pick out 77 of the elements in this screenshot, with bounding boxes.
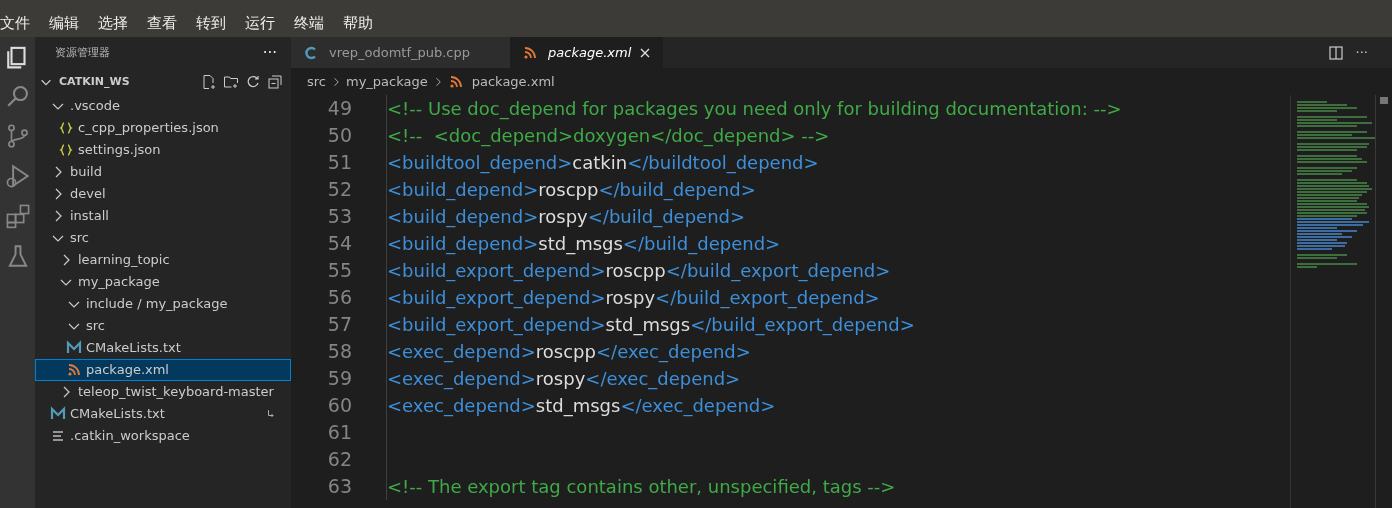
c-letter-icon: [303, 44, 319, 61]
line-number: 53: [326, 204, 352, 230]
code-line: <exec_depend>std_msgs</exec_depend>: [386, 392, 776, 419]
lines-icon: [50, 428, 66, 444]
tree-item[interactable]: CMakeLists.txt: [35, 337, 291, 359]
code-line: <!-- The export tag contains other, unspecified, tags -->: [386, 473, 896, 500]
rss-icon: [522, 44, 539, 61]
code-line: <build_depend>roscpp</build_depend>: [386, 176, 756, 203]
collapse-all-icon[interactable]: [267, 74, 283, 90]
line-number: 50: [326, 123, 352, 149]
explorer-title: 资源管理器: [55, 44, 110, 61]
code-line: <buildtool_depend>catkin</buildtool_depend>: [386, 149, 819, 176]
menu-item[interactable]: 帮助: [343, 12, 373, 35]
tree-item[interactable]: learning_topic: [35, 249, 291, 271]
code-line: <build_depend>rospy</build_depend>: [386, 203, 746, 230]
tree-item[interactable]: devel: [35, 183, 291, 205]
breadcrumb-item[interactable]: my_package: [346, 71, 428, 92]
new-file-icon[interactable]: [201, 74, 217, 90]
tree-item[interactable]: include / my_package: [35, 293, 291, 315]
tree-item[interactable]: c_cpp_properties.json: [35, 117, 291, 139]
breadcrumb-item[interactable]: package.xml: [471, 71, 555, 92]
line-number: 52: [326, 177, 352, 203]
code-line: <exec_depend>roscpp</exec_depend>: [386, 338, 751, 365]
line-number: 55: [326, 258, 352, 284]
tree-item[interactable]: src: [35, 227, 291, 249]
line-number: 56: [326, 285, 352, 311]
run-debug-icon[interactable]: [4, 163, 31, 189]
menu-item[interactable]: 选择: [98, 12, 128, 35]
code-line: <build_depend>std_msgs</build_depend>: [386, 230, 781, 257]
line-number: 49: [326, 96, 352, 122]
menu-item[interactable]: 文件: [0, 12, 30, 35]
menu-item[interactable]: 查看: [147, 12, 177, 35]
code-line: <build_export_depend>std_msgs</build_export_depend>: [386, 311, 915, 338]
line-number: 58: [326, 339, 352, 365]
more-actions-button[interactable]: ···: [262, 41, 277, 65]
refresh-icon[interactable]: [245, 74, 261, 90]
tree-item[interactable]: build: [35, 161, 291, 183]
code-line: <build_export_depend>rospy</build_export_depend>: [386, 284, 880, 311]
m-letter-icon: [50, 406, 66, 422]
split-editor-icon[interactable]: [1327, 44, 1344, 61]
tree-item[interactable]: CMakeLists.txt: [35, 403, 291, 425]
editor-tab[interactable]: vrep_odomtf_pub.cpp: [291, 37, 511, 68]
code-line: <!-- Use doc_depend for packages you need only for building documentation: -->: [386, 95, 1122, 122]
line-number: 61: [326, 420, 352, 446]
braces-icon: [58, 142, 74, 158]
menu-item[interactable]: 编辑: [49, 12, 79, 35]
breadcrumb-item[interactable]: src: [307, 71, 326, 92]
line-number: 51: [326, 150, 352, 176]
menu-item[interactable]: 转到: [196, 12, 226, 35]
line-number: 60: [326, 393, 352, 419]
line-number: 63: [326, 474, 352, 500]
line-number: 62: [326, 447, 352, 473]
minimap[interactable]: [1290, 95, 1375, 508]
menu-item[interactable]: 运行: [245, 12, 275, 35]
editor-tab[interactable]: package.xml: [510, 37, 664, 68]
line-number: 54: [326, 231, 352, 257]
more-actions-button[interactable]: ···: [1355, 37, 1368, 68]
tree-item[interactable]: settings.json: [35, 139, 291, 161]
tree-item[interactable]: teleop_twist_keyboard-master: [35, 381, 291, 403]
tree-item[interactable]: package.xml: [35, 359, 291, 381]
line-number: 59: [326, 366, 352, 392]
tree-item[interactable]: .vscode: [35, 95, 291, 117]
tree-item[interactable]: src: [35, 315, 291, 337]
code-line: <!-- <doc_depend>doxygen</doc_depend> -->: [386, 122, 830, 149]
code-line: <exec_depend>rospy</exec_depend>: [386, 365, 741, 392]
new-folder-icon[interactable]: [223, 74, 239, 90]
line-number: 57: [326, 312, 352, 338]
code-line: <build_export_depend>roscpp</build_export_depend>: [386, 257, 891, 284]
braces-icon: [58, 120, 74, 136]
workspace-title: CATKIN_WS: [59, 73, 130, 90]
tree-item[interactable]: install: [35, 205, 291, 227]
m-letter-icon: [66, 340, 82, 356]
menu-item[interactable]: 终端: [294, 12, 324, 35]
extensions-icon[interactable]: [4, 203, 31, 229]
rss-icon: [66, 362, 82, 378]
tree-item[interactable]: .catkin_workspace: [35, 425, 291, 447]
tree-item[interactable]: my_package: [35, 271, 291, 293]
